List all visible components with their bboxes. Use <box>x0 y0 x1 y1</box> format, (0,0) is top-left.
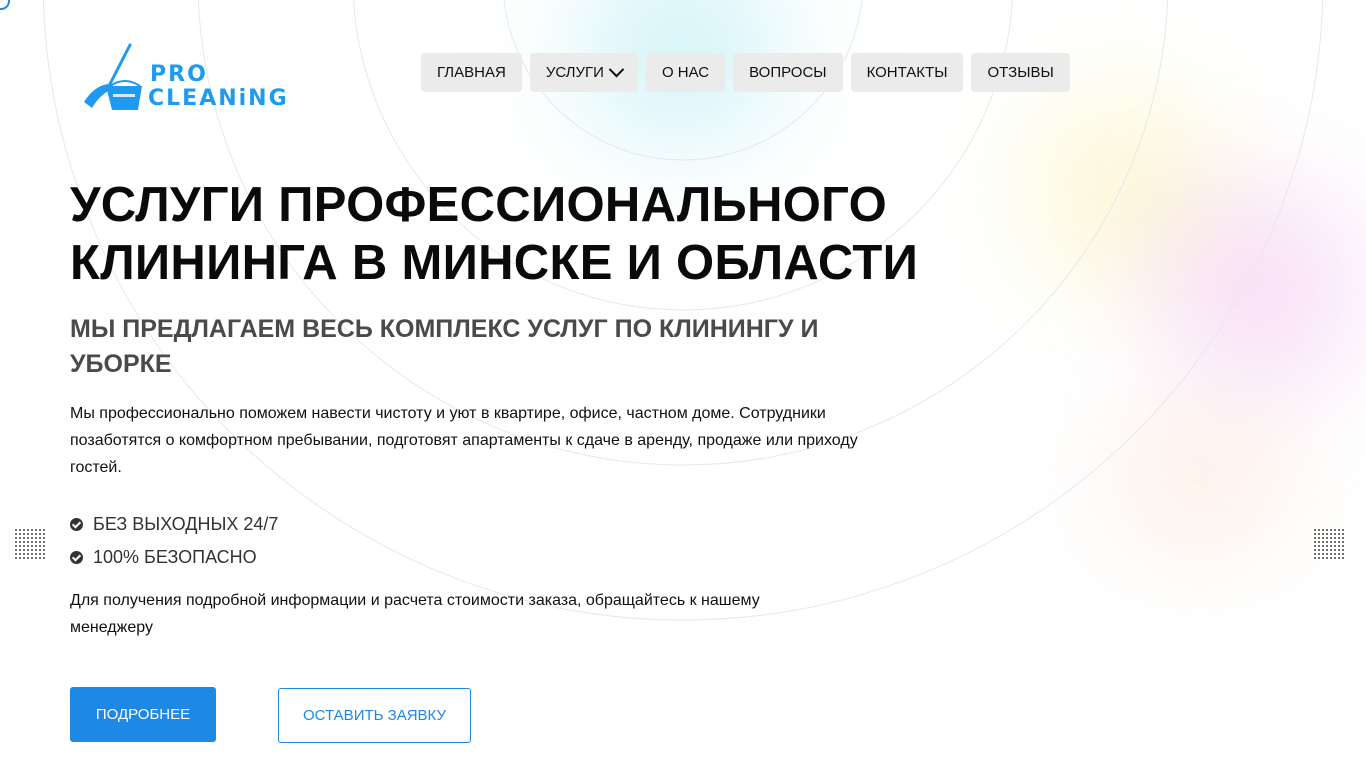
hero-description: Мы профессионально поможем навести чисто… <box>70 405 858 476</box>
leave-request-button[interactable]: ОСТАВИТЬ ЗАЯВКУ <box>278 688 471 743</box>
nav-item-home[interactable]: ГЛАВНАЯ <box>421 53 522 92</box>
feature-text: 100% БЕЗОПАСНО <box>93 547 257 567</box>
nav-item-label: ОТЗЫВЫ <box>987 64 1054 81</box>
page-subtitle: МЫ ПРЕДЛАГАЕМ ВЕСЬ КОМПЛЕКС УСЛУГ ПО КЛИ… <box>70 315 819 378</box>
corner-ring-icon <box>0 0 10 10</box>
nav-item-label: ВОПРОСЫ <box>749 64 827 81</box>
nav-item-reviews[interactable]: ОТЗЫВЫ <box>971 53 1070 92</box>
nav-item-label: ГЛАВНАЯ <box>437 64 506 81</box>
logo[interactable]: PRO CLEANiNG <box>80 42 300 114</box>
chevron-down-icon <box>608 61 625 78</box>
background-rings <box>42 0 1324 621</box>
nav-item-label: УСЛУГИ <box>545 64 604 81</box>
more-button[interactable]: ПОДРОБНЕЕ <box>70 687 216 742</box>
logo-text-top: PRO <box>150 62 208 87</box>
nav-item-label: КОНТАКТЫ <box>866 64 948 81</box>
list-item: БЕЗ ВЫХОДНЫХ 24/7 <box>70 508 278 541</box>
nav-item-about[interactable]: О НАС <box>645 53 726 92</box>
feature-text: БЕЗ ВЫХОДНЫХ 24/7 <box>93 514 279 534</box>
feature-list: БЕЗ ВЫХОДНЫХ 24/7 100% БЕЗОПАСНО <box>70 508 278 574</box>
check-circle-icon <box>70 551 83 564</box>
page-title: УСЛУГИ ПРОФЕССИОНАЛЬНОГО КЛИНИНГА В МИНС… <box>70 178 919 290</box>
main-nav: ГЛАВНАЯ УСЛУГИ О НАС ВОПРОСЫ КОНТАКТЫ ОТ… <box>421 53 1070 92</box>
background-glow-peach <box>1020 380 1366 580</box>
nav-item-contacts[interactable]: КОНТАКТЫ <box>850 53 964 92</box>
nav-item-label: О НАС <box>661 64 710 81</box>
dot-grid-right <box>1314 529 1344 559</box>
nav-item-services[interactable]: УСЛУГИ <box>529 53 638 92</box>
background-glow-pink <box>1110 120 1366 460</box>
logo-text-bottom: CLEANiNG <box>148 86 289 111</box>
contact-note: Для получения подробной информации и рас… <box>70 592 760 636</box>
nav-item-faq[interactable]: ВОПРОСЫ <box>733 53 843 92</box>
mop-bucket-logo-icon <box>84 43 142 110</box>
list-item: 100% БЕЗОПАСНО <box>70 541 278 574</box>
dot-grid-left <box>15 529 45 559</box>
check-circle-icon <box>70 518 83 531</box>
